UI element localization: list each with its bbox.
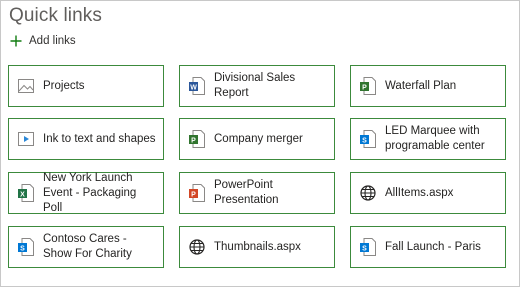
svg-text:S: S <box>20 246 25 253</box>
link-tile[interactable]: P Company merger <box>179 118 335 160</box>
sharepoint-icon: S <box>360 130 376 148</box>
link-label: PowerPoint Presentation <box>214 179 279 206</box>
svg-text:W: W <box>190 85 197 92</box>
add-links-label: Add links <box>29 35 76 47</box>
link-tile[interactable]: Thumbnails.aspx <box>179 226 335 268</box>
excel-icon: X <box>18 184 34 202</box>
svg-text:X: X <box>20 192 25 199</box>
link-label: Divisional Sales Report <box>214 72 296 99</box>
project-icon: P <box>360 77 376 95</box>
link-tile[interactable]: W Divisional Sales Report <box>179 65 335 107</box>
link-tile[interactable]: P PowerPoint Presentation <box>179 172 335 214</box>
powerpoint-icon: P <box>189 184 205 202</box>
svg-text:S: S <box>362 138 367 145</box>
image-icon <box>18 77 34 95</box>
sharepoint-icon: S <box>18 238 34 256</box>
link-label: Thumbnails.aspx <box>214 240 301 253</box>
svg-text:P: P <box>191 138 196 145</box>
link-label: New York Launch Event - Packaging Poll <box>43 171 137 214</box>
link-label: LED Marquee with programable center <box>385 125 485 152</box>
link-label: Company merger <box>214 132 303 145</box>
link-tile[interactable]: Projects <box>8 65 164 107</box>
add-links-button[interactable]: Add links <box>10 35 76 47</box>
webpart-title: Quick links <box>9 5 102 26</box>
plus-icon <box>10 35 22 47</box>
svg-text:P: P <box>191 192 196 199</box>
sharepoint-icon: S <box>360 238 376 256</box>
globe-icon <box>189 238 205 256</box>
link-label: Waterfall Plan <box>385 79 457 92</box>
link-tile[interactable]: X New York Launch Event - Packaging Poll <box>8 172 164 214</box>
link-label: Fall Launch - Paris <box>385 240 481 253</box>
word-doc-icon: W <box>189 77 205 95</box>
link-label: Ink to text and shapes <box>43 132 156 145</box>
link-tile[interactable]: S Contoso Cares - Show For Charity <box>8 226 164 268</box>
link-tile[interactable]: P Waterfall Plan <box>350 65 506 107</box>
globe-icon <box>360 184 376 202</box>
link-label: Contoso Cares - Show For Charity <box>43 233 132 260</box>
project-icon: P <box>189 130 205 148</box>
svg-text:P: P <box>362 85 367 92</box>
link-tile[interactable]: S LED Marquee with programable center <box>350 118 506 160</box>
link-tile[interactable]: AllItems.aspx <box>350 172 506 214</box>
svg-text:S: S <box>362 246 367 253</box>
link-tile[interactable]: Ink to text and shapes <box>8 118 164 160</box>
link-tile[interactable]: S Fall Launch - Paris <box>350 226 506 268</box>
link-label: AllItems.aspx <box>385 186 454 199</box>
video-icon <box>18 130 34 148</box>
link-label: Projects <box>43 79 85 92</box>
